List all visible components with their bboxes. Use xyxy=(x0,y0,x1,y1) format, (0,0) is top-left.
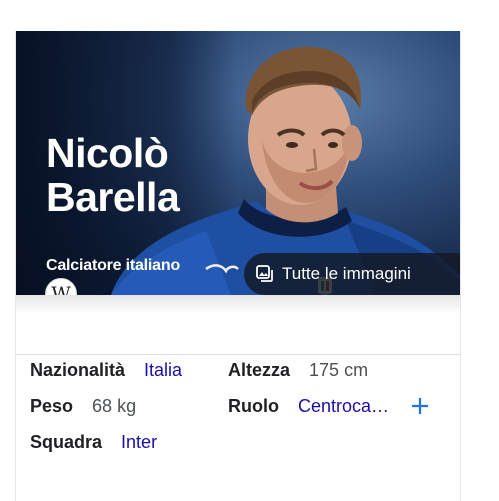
fact-value-link[interactable]: Inter xyxy=(121,432,157,452)
entity-subtitle: Calciatore italiano xyxy=(46,257,181,274)
fact-label: Nazionalità xyxy=(30,360,126,380)
entity-title: Nicolò Barella xyxy=(46,130,180,220)
hero-bottom-shadow xyxy=(16,295,460,313)
all-images-button[interactable]: Tutte le immagini xyxy=(244,253,460,295)
section-divider xyxy=(16,354,460,355)
fact-value-link[interactable]: Italia xyxy=(144,360,182,380)
fact-value: 175 cm xyxy=(309,360,369,380)
plus-icon[interactable] xyxy=(410,396,430,416)
title-last-name: Barella xyxy=(46,174,180,220)
image-gallery-icon xyxy=(256,265,274,283)
fact-team: Squadra Inter xyxy=(30,432,157,453)
fact-label: Peso xyxy=(30,396,74,416)
fact-label: Squadra xyxy=(30,432,103,452)
fact-role: Ruolo Centroca… xyxy=(228,396,389,417)
fact-nationality: Nazionalità Italia xyxy=(30,360,182,381)
all-images-label: Tutte le immagini xyxy=(282,264,411,283)
hero-image[interactable]: Nicolò Barella Calciatore italiano W Tut… xyxy=(16,31,460,295)
fact-weight: Peso 68 kg xyxy=(30,396,136,417)
fact-label: Ruolo xyxy=(228,396,279,416)
fact-value-link[interactable]: Centroca… xyxy=(298,396,389,416)
knowledge-panel-card: Nicolò Barella Calciatore italiano W Tut… xyxy=(15,31,461,501)
fact-height: Altezza 175 cm xyxy=(228,360,368,381)
fact-label: Altezza xyxy=(228,360,291,380)
fact-value: 68 kg xyxy=(92,396,137,416)
title-first-name: Nicolò xyxy=(46,130,169,176)
